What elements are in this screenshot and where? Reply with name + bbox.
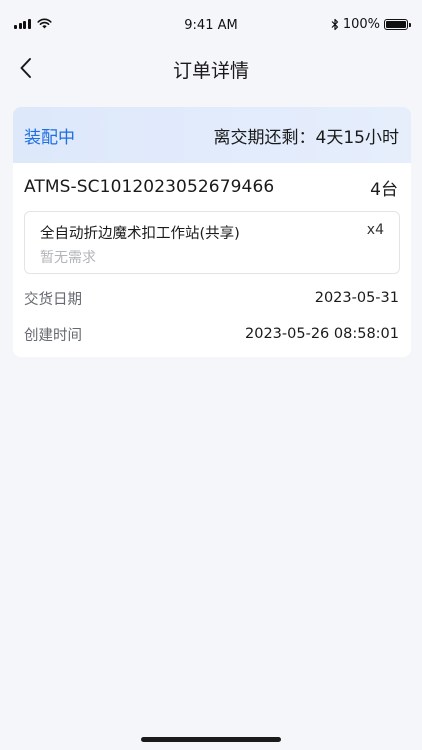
bluetooth-icon [331,18,338,31]
order-number: ATMS-SC1012023052679466 [24,177,275,197]
order-card-header: 装配中 离交期还剩：4天15小时 [13,107,411,163]
delivery-date-row: 交货日期 2023-05-31 [13,280,411,316]
order-number-row: ATMS-SC1012023052679466 4台 [13,163,411,211]
product-item[interactable]: 全自动折边魔术扣工作站(共享) x4 暂无需求 [24,211,400,274]
product-name: 全自动折边魔术扣工作站(共享) [40,226,240,242]
order-status: 装配中 [24,127,75,148]
product-count: x4 [366,222,384,238]
page-title: 订单详情 [172,60,249,82]
status-bar: 9:41 AM 100% [0,0,422,50]
order-card: 装配中 离交期还剩：4天15小时 ATMS-SC1012023052679466… [13,107,411,357]
product-note: 暂无需求 [40,250,96,266]
created-time-label: 创建时间 [24,327,82,344]
order-quantity: 4台 [370,179,398,200]
battery-icon [384,19,411,30]
created-time-row: 创建时间 2023-05-26 08:58:01 [13,316,411,352]
nav-bar: 订单详情 [0,50,422,86]
delivery-countdown: 离交期还剩：4天15小时 [213,127,399,148]
delivery-date-value: 2023-05-31 [314,290,399,306]
status-indicators-right: 100% [331,17,411,32]
delivery-date-label: 交货日期 [24,291,82,308]
created-time-value: 2023-05-26 08:58:01 [245,326,399,342]
battery-percentage: 100% [342,17,380,32]
home-indicator[interactable] [141,737,281,742]
